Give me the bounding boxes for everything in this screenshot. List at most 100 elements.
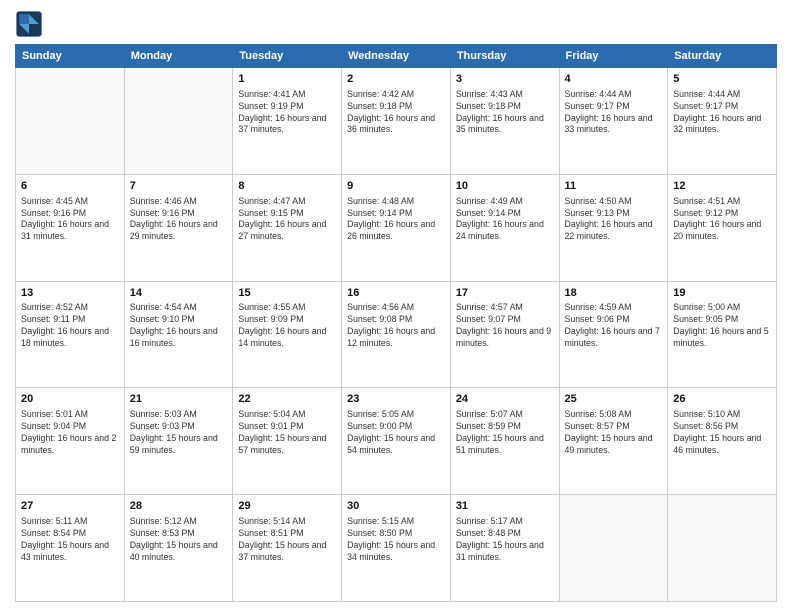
calendar-cell: 24 Sunrise: 5:07 AM Sunset: 8:59 PM Dayli… — [450, 388, 559, 495]
day-number: 4 — [565, 72, 663, 87]
calendar-day-header: Wednesday — [342, 45, 451, 68]
day-info: Sunrise: 4:49 AM Sunset: 9:14 PM Dayligh… — [456, 196, 554, 244]
day-number: 29 — [238, 499, 336, 514]
calendar-cell: 11 Sunrise: 4:50 AM Sunset: 9:13 PM Dayli… — [559, 174, 668, 281]
calendar-cell — [124, 68, 233, 175]
day-info: Sunrise: 4:50 AM Sunset: 9:13 PM Dayligh… — [565, 196, 663, 244]
calendar-week-row: 20 Sunrise: 5:01 AM Sunset: 9:04 PM Dayli… — [16, 388, 777, 495]
day-number: 27 — [21, 499, 119, 514]
calendar-week-row: 13Sunrise: 4:52 AM Sunset: 9:11 PM Dayli… — [16, 281, 777, 388]
calendar-cell: 22Sunrise: 5:04 AM Sunset: 9:01 PM Dayli… — [233, 388, 342, 495]
day-number: 15 — [238, 286, 336, 301]
day-number: 26 — [673, 392, 771, 407]
calendar-cell: 6 Sunrise: 4:45 AM Sunset: 9:16 PM Daylig… — [16, 174, 125, 281]
calendar-cell: 18Sunrise: 4:59 AM Sunset: 9:06 PM Dayli… — [559, 281, 668, 388]
day-info: Sunrise: 4:41 AM Sunset: 9:19 PM Dayligh… — [238, 89, 336, 137]
calendar-cell: 28 Sunrise: 5:12 AM Sunset: 8:53 PM Dayli… — [124, 495, 233, 602]
day-number: 16 — [347, 286, 445, 301]
calendar-cell: 25 Sunrise: 5:08 AM Sunset: 8:57 PM Dayli… — [559, 388, 668, 495]
day-number: 14 — [130, 286, 228, 301]
day-info: Sunrise: 5:08 AM Sunset: 8:57 PM Dayligh… — [565, 409, 663, 457]
day-number: 1 — [238, 72, 336, 87]
day-info: Sunrise: 4:52 AM Sunset: 9:11 PM Dayligh… — [21, 302, 119, 350]
day-number: 7 — [130, 179, 228, 194]
calendar-cell — [559, 495, 668, 602]
day-number: 6 — [21, 179, 119, 194]
day-info: Sunrise: 4:43 AM Sunset: 9:18 PM Dayligh… — [456, 89, 554, 137]
day-info: Sunrise: 4:57 AM Sunset: 9:07 PM Dayligh… — [456, 302, 554, 350]
calendar-cell: 2Sunrise: 4:42 AM Sunset: 9:18 PM Daylig… — [342, 68, 451, 175]
day-number: 31 — [456, 499, 554, 514]
calendar-week-row: 1 Sunrise: 4:41 AM Sunset: 9:19 PM Daylig… — [16, 68, 777, 175]
calendar-day-header: Friday — [559, 45, 668, 68]
day-number: 3 — [456, 72, 554, 87]
day-info: Sunrise: 4:55 AM Sunset: 9:09 PM Dayligh… — [238, 302, 336, 350]
calendar-cell: 13Sunrise: 4:52 AM Sunset: 9:11 PM Dayli… — [16, 281, 125, 388]
day-number: 21 — [130, 392, 228, 407]
day-info: Sunrise: 4:51 AM Sunset: 9:12 PM Dayligh… — [673, 196, 771, 244]
calendar-cell: 12Sunrise: 4:51 AM Sunset: 9:12 PM Dayli… — [668, 174, 777, 281]
day-number: 11 — [565, 179, 663, 194]
calendar-cell: 17Sunrise: 4:57 AM Sunset: 9:07 PM Dayli… — [450, 281, 559, 388]
calendar-cell: 8Sunrise: 4:47 AM Sunset: 9:15 PM Daylig… — [233, 174, 342, 281]
day-number: 19 — [673, 286, 771, 301]
day-info: Sunrise: 5:07 AM Sunset: 8:59 PM Dayligh… — [456, 409, 554, 457]
calendar-cell: 29Sunrise: 5:14 AM Sunset: 8:51 PM Dayli… — [233, 495, 342, 602]
day-number: 8 — [238, 179, 336, 194]
calendar-cell: 23 Sunrise: 5:05 AM Sunset: 9:00 PM Dayli… — [342, 388, 451, 495]
calendar-cell: 16Sunrise: 4:56 AM Sunset: 9:08 PM Dayli… — [342, 281, 451, 388]
day-info: Sunrise: 4:42 AM Sunset: 9:18 PM Dayligh… — [347, 89, 445, 137]
day-number: 5 — [673, 72, 771, 87]
day-number: 17 — [456, 286, 554, 301]
day-info: Sunrise: 4:44 AM Sunset: 9:17 PM Dayligh… — [673, 89, 771, 137]
calendar-cell: 1 Sunrise: 4:41 AM Sunset: 9:19 PM Daylig… — [233, 68, 342, 175]
logo — [15, 10, 45, 38]
day-info: Sunrise: 4:54 AM Sunset: 9:10 PM Dayligh… — [130, 302, 228, 350]
calendar-cell: 26 Sunrise: 5:10 AM Sunset: 8:56 PM Dayli… — [668, 388, 777, 495]
day-info: Sunrise: 5:11 AM Sunset: 8:54 PM Dayligh… — [21, 516, 119, 564]
day-info: Sunrise: 4:46 AM Sunset: 9:16 PM Dayligh… — [130, 196, 228, 244]
calendar-cell: 20 Sunrise: 5:01 AM Sunset: 9:04 PM Dayli… — [16, 388, 125, 495]
day-info: Sunrise: 5:01 AM Sunset: 9:04 PM Dayligh… — [21, 409, 119, 457]
day-info: Sunrise: 4:44 AM Sunset: 9:17 PM Dayligh… — [565, 89, 663, 137]
day-info: Sunrise: 5:04 AM Sunset: 9:01 PM Dayligh… — [238, 409, 336, 457]
day-info: Sunrise: 4:56 AM Sunset: 9:08 PM Dayligh… — [347, 302, 445, 350]
calendar-day-header: Thursday — [450, 45, 559, 68]
day-info: Sunrise: 5:15 AM Sunset: 8:50 PM Dayligh… — [347, 516, 445, 564]
day-info: Sunrise: 5:00 AM Sunset: 9:05 PM Dayligh… — [673, 302, 771, 350]
logo-icon — [15, 10, 43, 38]
calendar-day-header: Sunday — [16, 45, 125, 68]
day-number: 13 — [21, 286, 119, 301]
calendar-cell: 31 Sunrise: 5:17 AM Sunset: 8:48 PM Dayli… — [450, 495, 559, 602]
day-info: Sunrise: 5:10 AM Sunset: 8:56 PM Dayligh… — [673, 409, 771, 457]
calendar-cell: 7 Sunrise: 4:46 AM Sunset: 9:16 PM Daylig… — [124, 174, 233, 281]
calendar-cell: 14Sunrise: 4:54 AM Sunset: 9:10 PM Dayli… — [124, 281, 233, 388]
day-number: 25 — [565, 392, 663, 407]
day-info: Sunrise: 5:17 AM Sunset: 8:48 PM Dayligh… — [456, 516, 554, 564]
day-info: Sunrise: 5:05 AM Sunset: 9:00 PM Dayligh… — [347, 409, 445, 457]
header — [15, 10, 777, 38]
page: SundayMondayTuesdayWednesdayThursdayFrid… — [0, 0, 792, 612]
day-number: 28 — [130, 499, 228, 514]
calendar-cell: 19Sunrise: 5:00 AM Sunset: 9:05 PM Dayli… — [668, 281, 777, 388]
day-number: 23 — [347, 392, 445, 407]
day-number: 24 — [456, 392, 554, 407]
calendar-day-header: Saturday — [668, 45, 777, 68]
day-number: 18 — [565, 286, 663, 301]
calendar-cell: 4 Sunrise: 4:44 AM Sunset: 9:17 PM Daylig… — [559, 68, 668, 175]
day-info: Sunrise: 4:59 AM Sunset: 9:06 PM Dayligh… — [565, 302, 663, 350]
day-info: Sunrise: 4:45 AM Sunset: 9:16 PM Dayligh… — [21, 196, 119, 244]
calendar-day-header: Monday — [124, 45, 233, 68]
calendar-day-header: Tuesday — [233, 45, 342, 68]
calendar-week-row: 6 Sunrise: 4:45 AM Sunset: 9:16 PM Daylig… — [16, 174, 777, 281]
day-info: Sunrise: 4:48 AM Sunset: 9:14 PM Dayligh… — [347, 196, 445, 244]
day-number: 20 — [21, 392, 119, 407]
calendar-cell: 27 Sunrise: 5:11 AM Sunset: 8:54 PM Dayli… — [16, 495, 125, 602]
day-number: 10 — [456, 179, 554, 194]
calendar-header-row: SundayMondayTuesdayWednesdayThursdayFrid… — [16, 45, 777, 68]
day-info: Sunrise: 5:12 AM Sunset: 8:53 PM Dayligh… — [130, 516, 228, 564]
calendar-cell: 3 Sunrise: 4:43 AM Sunset: 9:18 PM Daylig… — [450, 68, 559, 175]
day-number: 9 — [347, 179, 445, 194]
calendar-cell: 30Sunrise: 5:15 AM Sunset: 8:50 PM Dayli… — [342, 495, 451, 602]
calendar-cell: 21Sunrise: 5:03 AM Sunset: 9:03 PM Dayli… — [124, 388, 233, 495]
